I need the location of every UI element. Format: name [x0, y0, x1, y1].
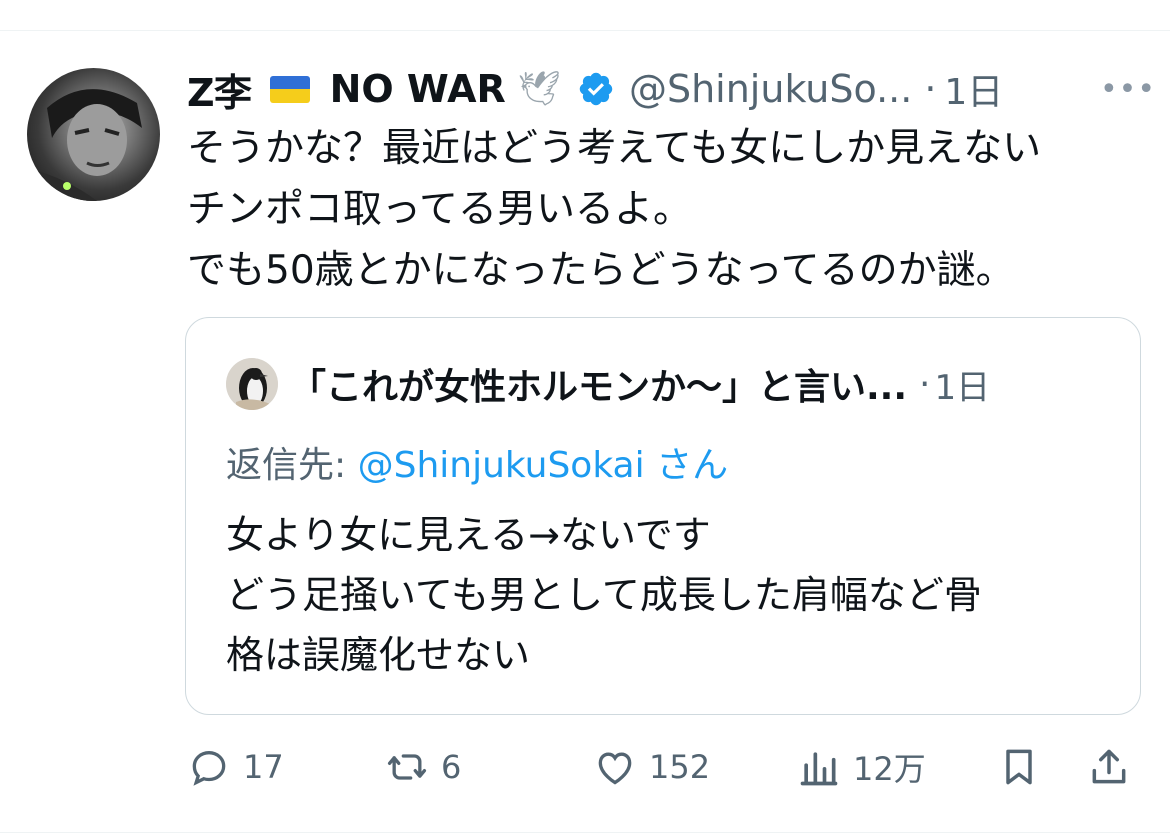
reply-icon: [192, 751, 226, 786]
like-button[interactable]: 152: [593, 735, 710, 799]
retweet-icon: [387, 754, 427, 780]
reply-suffix: さん: [656, 445, 729, 486]
heart-icon: [598, 752, 632, 785]
view-count: 12万: [853, 750, 926, 788]
author-avatar[interactable]: [27, 68, 160, 201]
bookmark-button[interactable]: [997, 735, 1041, 799]
author-name[interactable]: Z李: [187, 62, 252, 117]
quoted-tweet[interactable]: 「これが女性ホルモンか〜」と言い... · 1日 返信先: @ShinjukuS…: [185, 317, 1141, 715]
reply-prefix: 返信先:: [226, 445, 347, 486]
quoted-tweet-header: 「これが女性ホルモンか〜」と言い... · 1日: [290, 356, 1120, 412]
like-count: 152: [649, 748, 711, 786]
reply-count: 17: [243, 748, 284, 786]
tweet-time[interactable]: 1日: [944, 63, 1003, 115]
tweet-line: チンポコ取ってる男いるよ。: [187, 187, 693, 232]
ukraine-flag-icon: [269, 75, 310, 103]
reply-button[interactable]: 17: [187, 735, 284, 799]
tweet-header: Z李 NO WAR 🕊 @ShinjukuSo... · 1日 •••: [187, 62, 1155, 117]
quoted-line: 女より女に見える→ないです: [226, 513, 711, 557]
quoted-tweet-text: 女より女に見える→ないです どう足掻いても男として成長した肩幅など骨 格は誤魔化…: [226, 505, 1106, 685]
tweet-line: でも50歳とかになったらどうなってるのか謎。: [187, 248, 1015, 293]
separator-dot: ·: [924, 67, 937, 111]
bookmark-icon: [1006, 749, 1032, 785]
quoted-tweet-time[interactable]: 1日: [934, 360, 990, 409]
bottom-divider: [0, 832, 1170, 833]
views-button[interactable]: 12万: [797, 735, 926, 799]
share-button[interactable]: [1087, 735, 1131, 799]
retweet-count: 6: [441, 748, 462, 786]
share-icon: [1092, 749, 1126, 784]
tweet-line: そうかな？最近はどう考えても女にしか見えない: [187, 126, 1042, 171]
more-options-icon[interactable]: •••: [1100, 62, 1155, 116]
views-chart-icon: [800, 752, 838, 786]
tweet-text: そうかな？最近はどう考えても女にしか見えない チンポコ取ってる男いるよ。 でも5…: [187, 118, 1147, 301]
verified-badge-icon: [579, 72, 613, 106]
dove-icon: 🕊: [517, 69, 561, 109]
quoted-line: 格は誤魔化せない: [226, 633, 531, 677]
author-name-suffix[interactable]: NO WAR: [330, 67, 506, 111]
quoted-line: どう足掻いても男として成長した肩幅など骨: [226, 573, 982, 617]
quoted-author-avatar[interactable]: [226, 358, 278, 410]
retweet-button[interactable]: 6: [385, 735, 461, 799]
reply-context: 返信先: @ShinjukuSokai さん: [226, 436, 728, 488]
top-divider: [0, 30, 1170, 31]
action-bar: 17 6 152 12万: [187, 735, 1137, 799]
author-handle[interactable]: @ShinjukuSo...: [629, 67, 912, 111]
reply-handle-link[interactable]: @ShinjukuSokai: [358, 445, 645, 486]
quoted-author-name[interactable]: 「これが女性ホルモンか〜」と言い...: [290, 358, 907, 410]
separator-dot: ·: [919, 363, 931, 405]
